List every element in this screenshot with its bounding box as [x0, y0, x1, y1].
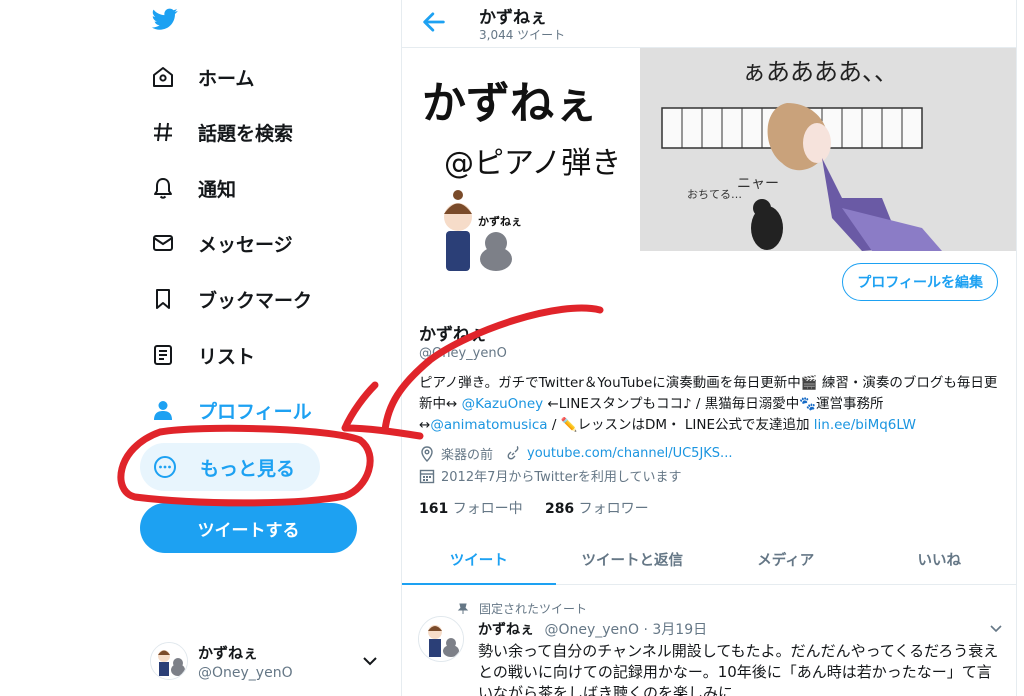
nav-profile[interactable]: プロフィール: [150, 390, 312, 430]
tweet-avatar[interactable]: [418, 616, 464, 662]
profile-header: かずねぇ 3,044 ツイート: [402, 0, 1016, 48]
chevron-down-icon[interactable]: [988, 620, 1004, 636]
nav-more-label: もっと見る: [200, 457, 296, 480]
person-icon: [150, 397, 176, 423]
profile-column: かずねぇ 3,044 ツイート かずねぇ @ピアノ弾き ぁああああ、、 ニャー …: [401, 0, 1017, 696]
chevron-down-icon[interactable]: [360, 651, 380, 671]
nav-home-label: ホーム: [198, 67, 255, 90]
profile-tabs: ツイート ツイートと返信 メディア いいね: [402, 535, 1016, 585]
followers-link[interactable]: 286 フォロワー: [545, 501, 649, 517]
following-label: フォロー中: [452, 501, 523, 517]
bio-text-3: / ✏️レッスンはDM・ LINE公式で友達追加: [547, 417, 814, 433]
follow-stats: 161 フォロー中 286 フォロワー: [419, 498, 649, 518]
avatar: [150, 642, 188, 680]
home-icon: [150, 64, 176, 90]
nav-messages[interactable]: メッセージ: [150, 223, 293, 263]
banner-title: かずねぇ: [422, 78, 598, 129]
following-count: 161: [419, 501, 449, 517]
tweet-header: かずねぇ @Oney_yenO · 3月19日: [478, 619, 707, 639]
bell-icon: [150, 175, 176, 201]
bio-link-line[interactable]: lin.ee/biMq6LW: [814, 417, 916, 433]
nav-explore[interactable]: 話題を検索: [150, 112, 293, 152]
tweet-author-handle-date: @Oney_yenO · 3月19日: [544, 622, 708, 638]
followers-label: フォロワー: [578, 501, 649, 517]
profile-name: かずねぇ: [419, 325, 487, 345]
profile-joined-row: 2012年7月からTwitterを利用しています: [419, 466, 682, 485]
pinned-tweet[interactable]: 固定されたツイート かずねぇ @Oney_yenO · 3月19日 勢い余って自…: [402, 590, 1016, 696]
profile-website-link[interactable]: youtube.com/channel/UC5JKS...: [527, 446, 732, 461]
pinned-label-row: 固定されたツイート: [457, 600, 587, 617]
twitter-bird-icon[interactable]: [150, 6, 180, 32]
bookmark-icon: [150, 286, 176, 312]
header-title: かずねぇ: [479, 8, 547, 28]
profile-location: 楽器の前: [441, 448, 494, 463]
nav-more[interactable]: もっと見る: [140, 443, 320, 491]
avatar-text: かずねぇ: [478, 214, 522, 228]
profile-handle: @Oney_yenO: [419, 346, 507, 361]
tweet-count: 3,044 ツイート: [479, 28, 566, 42]
link-icon: [507, 445, 519, 459]
nav-bookmarks[interactable]: ブックマーク: [150, 279, 312, 319]
calendar-icon: [419, 469, 435, 483]
nav-messages-label: メッセージ: [198, 233, 293, 256]
nav-lists-label: リスト: [198, 345, 256, 368]
nav-lists[interactable]: リスト: [150, 335, 255, 375]
profile-meta-row: 楽器の前 youtube.com/channel/UC5JKS...: [419, 444, 732, 463]
account-handle: @Oney_yenO: [198, 664, 293, 681]
location-icon: [421, 445, 433, 462]
tweet-author-name[interactable]: かずねぇ: [478, 622, 534, 638]
following-link[interactable]: 161 フォロー中: [419, 501, 523, 517]
edit-profile-button[interactable]: プロフィールを編集: [842, 263, 998, 301]
sidebar: ホーム 話題を検索 通知 メッセージ ブックマーク リスト プロフィール もっと…: [0, 0, 400, 696]
more-dots-icon: [152, 454, 178, 480]
tweet-text: 勢い余って自分のチャンネル開設してもたよ。だんだんやってくるだろう衰えとの戦いに…: [478, 642, 999, 696]
tab-tweets-replies[interactable]: ツイートと返信: [556, 535, 710, 584]
tab-media[interactable]: メディア: [709, 535, 863, 584]
tweet-button[interactable]: ツイートする: [140, 503, 357, 553]
bio-link-animatomusica[interactable]: @animatomusica: [430, 417, 547, 433]
banner-subtitle: @ピアノ弾き: [444, 146, 621, 181]
banner-drawing-meow: ニャー: [737, 176, 779, 192]
nav-home[interactable]: ホーム: [150, 57, 254, 97]
profile-avatar[interactable]: かずねぇ: [418, 177, 528, 287]
pin-icon: [457, 603, 469, 614]
nav-profile-label: プロフィール: [198, 400, 312, 423]
account-switcher[interactable]: かずねぇ @Oney_yenO: [150, 636, 380, 686]
nav-notifications[interactable]: 通知: [150, 168, 236, 208]
banner-drawing-text: ぁああああ、、: [742, 58, 898, 86]
bio-link-kazuoney[interactable]: @KazuOney: [462, 396, 544, 412]
pinned-label: 固定されたツイート: [479, 602, 588, 616]
account-name: かずねぇ: [198, 643, 259, 662]
list-icon: [150, 342, 176, 368]
nav-notifications-label: 通知: [198, 178, 237, 201]
banner-drawing-side: おちてる…: [687, 188, 742, 201]
profile-bio: ピアノ弾き。ガチでTwitter＆YouTubeに演奏動画を毎日更新中🎬 練習・…: [419, 373, 1004, 436]
envelope-icon: [150, 230, 176, 256]
nav-explore-label: 話題を検索: [198, 122, 294, 145]
followers-count: 286: [544, 501, 575, 517]
back-arrow-icon[interactable]: [420, 8, 448, 36]
tab-tweets[interactable]: ツイート: [402, 535, 556, 585]
tab-likes[interactable]: いいね: [863, 535, 1017, 584]
nav-bookmarks-label: ブックマーク: [198, 289, 313, 312]
hashtag-icon: [150, 119, 176, 145]
profile-joined: 2012年7月からTwitterを利用しています: [441, 470, 682, 485]
